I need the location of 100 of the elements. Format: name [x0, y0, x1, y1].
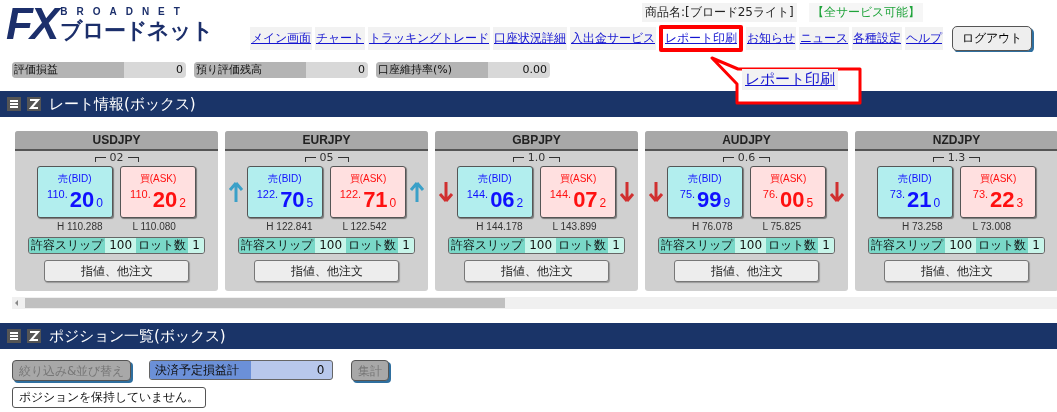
logo-latin-text: BROADNET [60, 6, 190, 17]
callout-link[interactable]: レポート印刷 [742, 69, 838, 90]
order-button[interactable]: 指値、他注文 [44, 260, 189, 282]
low-price: L 75.825 [762, 220, 802, 234]
pair-name: NZDJPY [855, 131, 1057, 151]
pips-value: 71 [363, 188, 388, 212]
pips-value: 22 [990, 188, 1015, 212]
fraction-value: 3 [1016, 195, 1024, 212]
sort-icon[interactable] [27, 97, 41, 111]
fraction-value: 0 [389, 195, 397, 212]
nav-link[interactable]: チャート [315, 26, 365, 50]
high-price: H 122.841 [266, 220, 313, 234]
nav-link[interactable]: 口座状況詳細 [493, 26, 567, 50]
fraction-value: 5 [306, 195, 314, 212]
pips-value: 20 [69, 188, 95, 212]
lot-value: 1 [398, 238, 414, 253]
product-name: 商品名:[ブロード25ライト] [642, 2, 797, 22]
price-label: 買(ASK) [349, 172, 387, 186]
scrollbar-thumb[interactable] [25, 298, 505, 308]
big-figure: 73. [972, 188, 989, 200]
spread-value: 0.6 [737, 151, 756, 164]
price-label: 売(BID) [268, 172, 302, 186]
nav-link[interactable]: メイン画面 [250, 26, 312, 50]
field-label: 口座維持率(%) [376, 62, 488, 78]
high-price: H 76.078 [691, 220, 733, 234]
lot-label: ロット数 [976, 238, 1029, 253]
pair-name: GBPJPY [435, 131, 638, 151]
nav-link[interactable]: 入出金サービス [570, 26, 656, 50]
price-label: 売(BID) [898, 172, 932, 186]
slip-label: 許容スリップ [239, 238, 316, 253]
pips-value: 00 [780, 188, 805, 212]
lot-value: 1 [188, 238, 204, 253]
pair-name: USDJPY [15, 131, 218, 151]
slip-value: 100 [105, 238, 137, 253]
lot-label: ロット数 [766, 238, 819, 253]
order-button[interactable]: 指値、他注文 [464, 260, 609, 282]
field-label: 評価損益 [12, 62, 124, 78]
spread-value: 05 [319, 151, 334, 164]
big-figure: 144. [549, 188, 572, 200]
pips-value: 20 [152, 188, 178, 212]
logout-button[interactable]: ログアウト [952, 25, 1032, 51]
price-label: 買(ASK) [979, 172, 1017, 186]
order-button[interactable]: 指値、他注文 [674, 260, 819, 282]
nav-link[interactable]: ニュース [799, 26, 849, 50]
pips-value: 99 [697, 188, 722, 212]
empty-message: ポジションを保持していません。 [12, 387, 206, 408]
low-price: L 73.008 [972, 220, 1012, 234]
price-label: 買(ASK) [139, 172, 177, 186]
menu-icon[interactable] [7, 329, 21, 343]
nav-link[interactable]: トラッキングトレード [368, 26, 490, 50]
pips-value: 21 [907, 188, 932, 212]
big-figure: 122. [256, 188, 279, 200]
fraction-value: 9 [723, 195, 731, 212]
spread-value: 1.3 [947, 151, 966, 164]
section-title: レート情報(ボックス) [49, 94, 196, 114]
lot-label: ロット数 [556, 238, 609, 253]
field-label: 決済予定損益計 [150, 361, 252, 379]
high-price: H 73.258 [901, 220, 943, 234]
field-value: 0.00 [521, 62, 548, 78]
sort-icon[interactable] [27, 329, 41, 343]
lot-value: 1 [608, 238, 624, 253]
slip-label: 許容スリップ [29, 238, 106, 253]
slip-value: 100 [525, 238, 557, 253]
low-price: L 143.899 [552, 220, 597, 234]
price-label: 売(BID) [478, 172, 512, 186]
service-status: 【全サービス可能】 [808, 2, 923, 22]
fraction-value: 2 [516, 195, 524, 212]
fraction-value: 0 [96, 195, 103, 212]
low-price: L 122.542 [342, 220, 387, 234]
nav-link[interactable]: レポート印刷 [659, 24, 743, 52]
nav-link[interactable]: 各種設定 [852, 26, 902, 50]
section-title: ポジション一覧(ボックス) [49, 326, 226, 346]
fraction-value: 2 [599, 195, 607, 212]
nav-link[interactable]: ヘルプ [905, 26, 943, 50]
pips-value: 07 [573, 188, 598, 212]
slip-value: 100 [735, 238, 767, 253]
price-label: 売(BID) [688, 172, 722, 186]
lot-label: ロット数 [346, 238, 399, 253]
menu-icon[interactable] [7, 97, 21, 111]
big-figure: 144. [466, 188, 489, 200]
field-value: 0 [315, 362, 326, 379]
price-label: 売(BID) [58, 172, 92, 186]
lot-value: 1 [818, 238, 834, 253]
order-button[interactable]: 指値、他注文 [254, 260, 399, 282]
field-value: 0 [175, 62, 184, 78]
big-figure: 75. [679, 188, 696, 200]
slip-label: 許容スリップ [449, 238, 526, 253]
order-button[interactable]: 指値、他注文 [884, 260, 1029, 282]
fraction-value: 0 [933, 195, 941, 212]
big-figure: 122. [339, 188, 362, 200]
spread-value: 1.0 [527, 151, 546, 164]
big-figure: 110. [47, 188, 68, 200]
low-price: L 110.080 [132, 220, 176, 234]
slip-value: 100 [315, 238, 347, 253]
pips-value: 06 [490, 188, 515, 212]
high-price: H 110.288 [57, 220, 103, 234]
lot-label: ロット数 [136, 238, 189, 253]
fraction-value: 2 [179, 195, 186, 212]
slip-value: 100 [945, 238, 977, 253]
nav-link[interactable]: お知らせ [746, 26, 796, 50]
